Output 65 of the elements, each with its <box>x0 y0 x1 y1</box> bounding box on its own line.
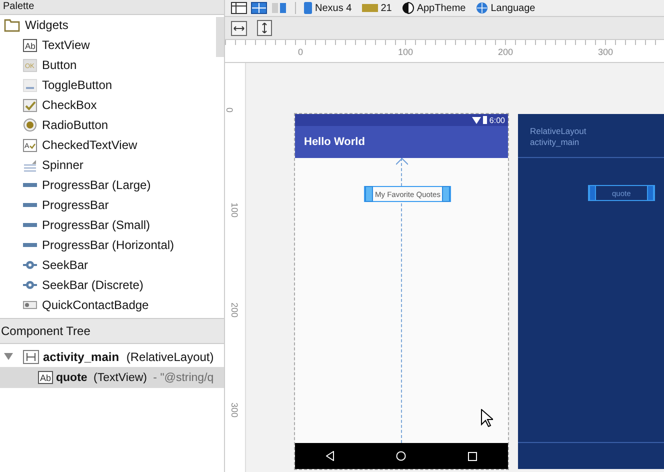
tree-item[interactable]: Ab quote (TextView) - "@string/q <box>0 367 224 388</box>
palette-item[interactable]: Spinner <box>0 155 216 175</box>
ruler-label: 300 <box>230 402 240 418</box>
status-time: 6:00 <box>489 116 505 124</box>
globe-icon <box>476 2 488 14</box>
scrollbar-thumb[interactable] <box>216 17 224 57</box>
app-title: Hello World <box>304 136 365 148</box>
palette-item[interactable]: ProgressBar <box>0 195 216 215</box>
palette-item[interactable]: RadioButton <box>0 115 216 135</box>
toolbar-dropdown[interactable]: AppTheme <box>402 2 466 14</box>
ruler-label: 200 <box>498 47 514 57</box>
progress-icon <box>23 183 37 187</box>
palette-item[interactable]: SeekBar (Discrete) <box>0 275 216 295</box>
layout-icon <box>23 350 39 364</box>
horizontal-resize-icon[interactable] <box>231 20 247 36</box>
checkbox-icon <box>23 98 37 112</box>
palette-item[interactable]: ProgressBar (Horizontal) <box>0 235 216 255</box>
layout-type-label: RelativeLayout <box>530 126 588 136</box>
spinner-icon <box>23 158 37 172</box>
palette-item[interactable]: SeekBar <box>0 255 216 275</box>
toolbar-dropdown[interactable]: Nexus 4 <box>304 2 352 14</box>
ruler-label: 200 <box>230 302 240 318</box>
panels-icon[interactable] <box>271 2 287 14</box>
contact-badge-icon <box>23 301 37 309</box>
tree-item-detail: - "@string/q <box>153 372 214 384</box>
toolbar-dropdown[interactable]: Language <box>476 2 536 14</box>
back-icon <box>326 451 334 461</box>
toggle-icon <box>23 78 37 92</box>
ruler-label: 100 <box>398 47 414 57</box>
ruler-label: 300 <box>598 47 614 57</box>
wifi-icon <box>472 116 482 124</box>
vertical-resize-icon[interactable] <box>257 20 272 36</box>
palette-title: Palette <box>3 1 34 12</box>
folder-icon <box>4 18 20 32</box>
ruler-label: 0 <box>298 47 304 57</box>
palette-item[interactable]: CheckBox <box>0 95 216 115</box>
progress-icon <box>23 203 37 207</box>
component-tree-title: Component Tree <box>1 324 90 338</box>
progress-icon <box>23 223 37 227</box>
mouse-cursor-icon <box>481 409 493 427</box>
seekbar-icon <box>23 260 37 270</box>
battery-icon <box>483 116 488 124</box>
progress-icon <box>23 243 37 247</box>
ruler-label: 100 <box>230 202 240 218</box>
toolbar-dropdown[interactable]: 21 <box>362 2 392 14</box>
palette-item[interactable]: ToggleButton <box>0 75 216 95</box>
radio-icon <box>23 118 37 132</box>
palette-item[interactable]: ProgressBar (Large) <box>0 175 216 195</box>
text-icon: Ab <box>23 38 37 52</box>
palette-item[interactable]: Ab TextView <box>0 35 216 55</box>
recents-icon <box>468 452 477 460</box>
text-icon: Ab <box>38 371 53 384</box>
grid-icon[interactable] <box>251 2 267 14</box>
ruler-label: 0 <box>224 108 234 112</box>
home-icon <box>396 451 406 461</box>
layout-id-label: activity_main <box>530 137 580 147</box>
seekbar-icon <box>23 280 37 290</box>
palette-group[interactable]: Widgets <box>0 15 216 35</box>
palette-item[interactable]: ProgressBar (Small) <box>0 215 216 235</box>
theme-icon <box>402 2 414 14</box>
expand-arrow-icon <box>4 352 13 361</box>
layout-icon[interactable] <box>231 2 247 14</box>
palette-item[interactable]: QuickContactBadge <box>0 295 216 315</box>
phone-icon <box>304 2 312 14</box>
api-icon <box>362 4 378 12</box>
